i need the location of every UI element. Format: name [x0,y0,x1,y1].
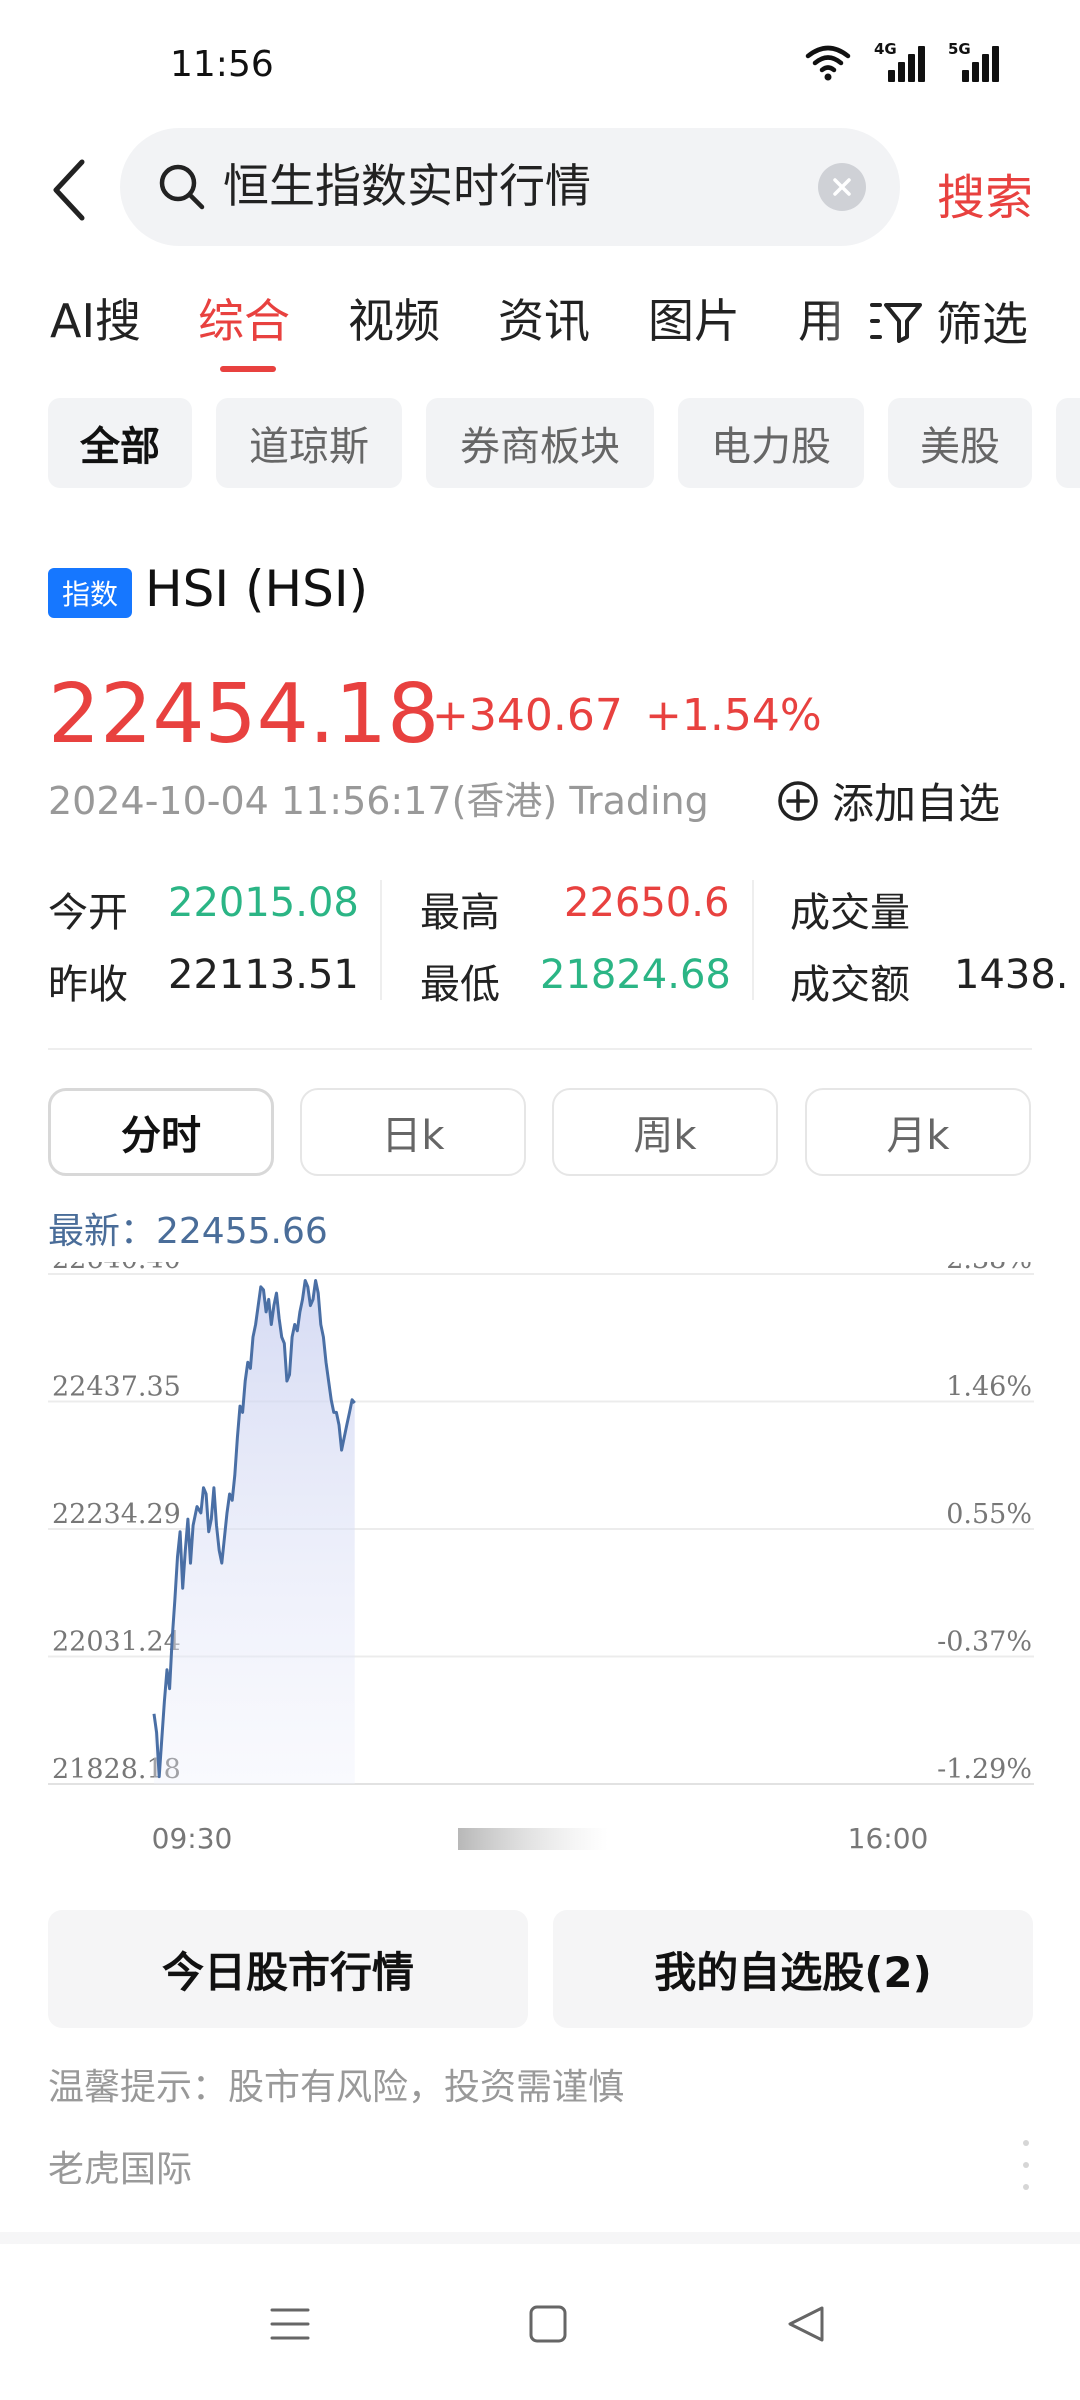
chip-power-stocks[interactable]: 电力股 [678,398,864,488]
chart-y-tick-left: 22640.40 [52,1262,181,1275]
low-label: 最低 [420,962,500,1008]
signal-5g-icon: 5G [948,40,1000,82]
period-tab-daily[interactable]: 日k [300,1088,526,1176]
search-icon [159,164,205,210]
status-time: 11:56 [170,44,274,85]
tab-video[interactable]: 视频 [348,286,440,356]
chart-y-tick-right: 0.55% [946,1499,1032,1530]
chip-more[interactable] [1056,398,1080,488]
search-query[interactable]: 恒生指数实时行情 [223,158,591,214]
chip-brokerage[interactable]: 券商板块 [426,398,654,488]
quote-timestamp: 2024-10-04 11:56:17(香港) Trading [48,779,709,823]
chart-x-tick: 09:30 [152,1822,233,1855]
chip-us-stocks[interactable]: 美股 [888,398,1032,488]
menu-button[interactable] [250,2284,330,2364]
chart-y-tick-right: -1.29% [937,1754,1032,1785]
period-tab-weekly[interactable]: 周k [552,1088,778,1176]
turnover-value: 1438. [954,952,1069,998]
search-button[interactable]: 搜索 [937,158,1033,228]
home-button[interactable] [508,2284,588,2364]
status-icons: 4G 5G [804,40,1000,82]
stock-name[interactable]: HSI (HSI) [145,560,368,618]
chart-y-tick-left: 22437.35 [52,1372,181,1403]
prev-close-value: 22113.51 [168,952,359,998]
price-change: +340.67 [432,690,623,741]
source-label[interactable]: 老虎国际 [48,2140,192,2192]
risk-notice: 温馨提示：股市有风险，投资需谨慎 [48,2067,625,2108]
add-circle-icon [778,780,818,821]
more-options-icon[interactable] [1016,2140,1036,2190]
back-triangle-icon [788,2306,824,2342]
home-square-icon [529,2305,567,2343]
menu-icon [270,2308,310,2340]
volume-label: 成交量 [790,890,910,936]
chevron-left-icon [53,159,85,221]
tab-images[interactable]: 图片 [648,286,740,356]
back-nav-button[interactable] [766,2284,846,2364]
period-tab-intraday[interactable]: 分时 [48,1088,274,1176]
tab-news[interactable]: 资讯 [498,286,590,356]
system-nav-bar [0,2244,1080,2400]
signal-4g-icon: 4G [874,40,926,82]
my-watchlist-button[interactable]: 我的自选股(2) [553,1910,1033,2028]
index-badge: 指数 [48,568,132,618]
chart-x-tick-obscured [458,1828,608,1850]
clear-search-button[interactable] [818,163,866,211]
chip-dow-jones[interactable]: 道琼斯 [216,398,402,488]
chart-y-tick-left: 22031.24 [52,1627,181,1658]
period-tab-monthly[interactable]: 月k [805,1088,1031,1176]
active-tab-indicator [220,366,276,372]
high-value: 22650.6 [564,880,730,926]
add-watchlist-button[interactable]: 添加自选 [776,770,1000,831]
high-label: 最高 [420,890,500,936]
chart-x-tick: 16:00 [848,1822,929,1855]
tab-ai-search[interactable]: AI搜 [50,286,141,356]
chart-y-tick-right: 1.46% [946,1372,1032,1403]
intraday-chart[interactable]: 22640.40 2.38% 22437.35 1.46% 22234.29 0.55% 2… [48,1262,1034,1862]
chart-y-tick-right: -0.37% [937,1627,1032,1658]
filter-icon [870,303,922,343]
add-watchlist-label: 添加自选 [832,779,1001,828]
status-bar: 11:56 4G 5G [0,0,1080,130]
stats-grid: 今开 22015.08 昨收 22113.51 最高 22650.6 最低 21… [0,870,1080,1010]
chip-all[interactable]: 全部 [48,398,192,488]
back-button[interactable] [40,150,100,230]
related-chips: 全部 道琼斯 券商板块 电力股 美股 [0,398,1080,490]
filter-label: 筛选 [936,297,1028,351]
open-value: 22015.08 [168,880,359,926]
price-change-pct: +1.54% [645,690,822,741]
wifi-icon [805,45,851,81]
section-divider [48,1048,1032,1050]
search-input[interactable]: 恒生指数实时行情 [120,128,900,246]
bottom-divider [0,2232,1080,2244]
prev-close-label: 昨收 [48,962,128,1008]
today-market-button[interactable]: 今日股市行情 [48,1910,528,2028]
turnover-label: 成交额 [790,962,910,1008]
low-value: 21824.68 [540,952,731,998]
stock-price: 22454.18 [48,667,440,762]
close-icon [833,178,851,196]
chart-y-tick-right: 2.38% [946,1262,1032,1275]
open-label: 今开 [48,890,128,936]
stats-divider [752,880,754,1000]
result-tabs: AI搜 综合 视频 资讯 图片 用 筛选 [0,286,1080,376]
latest-price: 最新：22455.66 [48,1211,328,1252]
signal-5g-label: 5G [948,40,971,58]
chart-y-tick-left: 22234.29 [52,1499,181,1530]
filter-button[interactable]: 筛选 [870,286,1028,356]
tab-comprehensive[interactable]: 综合 [198,286,290,356]
signal-4g-label: 4G [874,40,897,58]
stats-divider [380,880,382,1000]
